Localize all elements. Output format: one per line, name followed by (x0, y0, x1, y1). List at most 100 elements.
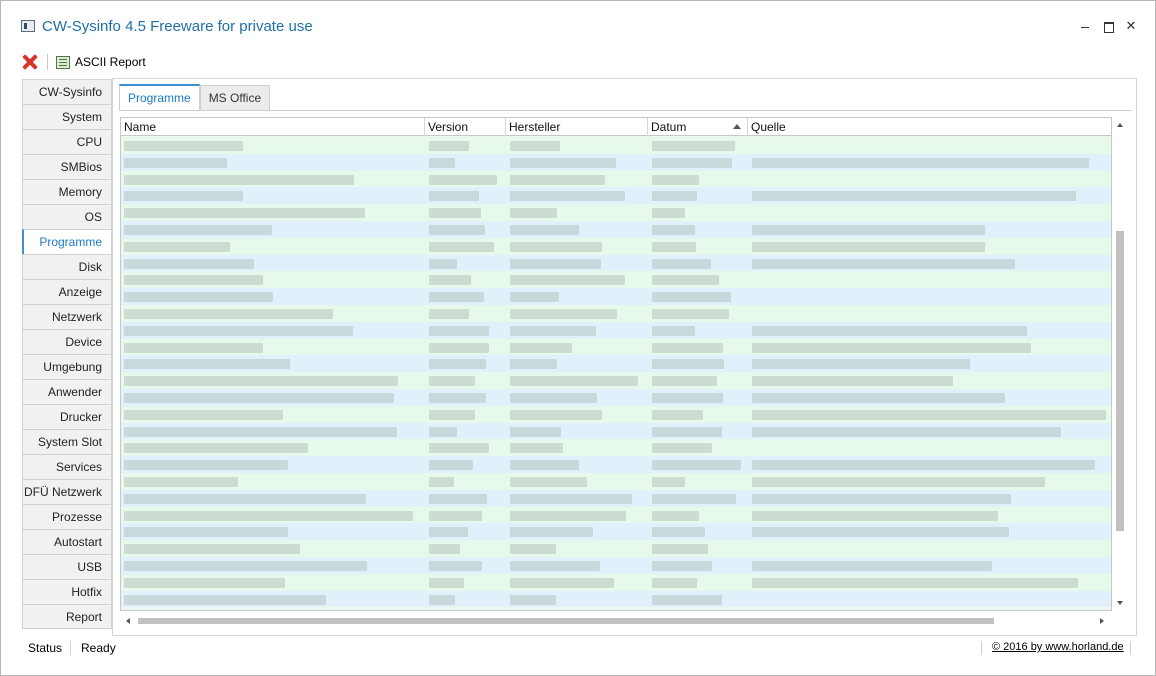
sidebar-item-usb[interactable]: USB (22, 554, 112, 579)
table-row[interactable] (121, 355, 1111, 373)
sidebar-item-report[interactable]: Report (22, 604, 112, 629)
sidebar-item-programme[interactable]: Programme (22, 229, 112, 254)
horizontal-scrollbar[interactable] (120, 613, 1112, 629)
table-row[interactable] (121, 237, 1111, 255)
table-row[interactable] (121, 590, 1111, 608)
obscured-cell (752, 392, 1005, 403)
obscured-cell (752, 426, 1061, 437)
table-row[interactable] (121, 472, 1111, 490)
obscured-cell (652, 191, 697, 202)
table-row[interactable] (121, 523, 1111, 541)
table-row[interactable] (121, 137, 1111, 154)
table-row[interactable] (121, 506, 1111, 524)
scroll-left-icon[interactable] (126, 618, 130, 624)
obscured-cell (652, 174, 699, 185)
title-bar: CW-Sysinfo 4.5 Freeware for private use … (1, 1, 1155, 49)
tab-ms-office[interactable]: MS Office (199, 85, 271, 111)
sidebar-item-memory[interactable]: Memory (22, 179, 112, 204)
maximize-icon[interactable] (1100, 18, 1116, 34)
obscured-cell (429, 443, 489, 454)
obscured-cell (429, 476, 454, 487)
table-row[interactable] (121, 220, 1111, 238)
horizontal-scroll-thumb[interactable] (138, 618, 994, 624)
obscured-cell (429, 157, 455, 168)
vertical-scroll-thumb[interactable] (1116, 231, 1124, 531)
table-row[interactable] (121, 439, 1111, 457)
sidebar-item-cw-sysinfo[interactable]: CW-Sysinfo (22, 79, 112, 104)
sidebar-item-cpu[interactable]: CPU (22, 129, 112, 154)
sidebar-item-umgebung[interactable]: Umgebung (22, 354, 112, 379)
table-row[interactable] (121, 288, 1111, 305)
table-row[interactable] (121, 573, 1111, 591)
status-separator (70, 641, 71, 655)
sidebar-item-smbios[interactable]: SMBios (22, 154, 112, 179)
toolbar-separator (47, 54, 48, 70)
obscured-cell (652, 157, 732, 168)
table-row[interactable] (121, 254, 1111, 272)
sidebar-nav: CW-Sysinfo System CPU SMBios Memory OS Program… (22, 79, 112, 629)
table-row[interactable] (121, 556, 1111, 574)
scroll-down-icon[interactable] (1117, 601, 1123, 605)
window-close-icon[interactable]: ✕ (1123, 18, 1139, 34)
sidebar-item-prozesse[interactable]: Prozesse (22, 504, 112, 529)
table-row[interactable] (121, 456, 1111, 473)
scroll-right-icon[interactable] (1100, 618, 1104, 624)
sidebar-item-netzwerk[interactable]: Netzwerk (22, 304, 112, 329)
table-row[interactable] (121, 372, 1111, 389)
table-row[interactable] (121, 170, 1111, 188)
ascii-report-button[interactable]: ASCII Report (56, 55, 146, 69)
sidebar-item-services[interactable]: Services (22, 454, 112, 479)
table-row[interactable] (121, 540, 1111, 557)
copyright-link[interactable]: © 2016 by www.horland.de (992, 641, 1124, 653)
table-row[interactable] (121, 405, 1111, 423)
sidebar-item-df-netzwerk[interactable]: DFÜ Netzwerk (22, 479, 112, 504)
obscured-cell (429, 224, 485, 235)
sidebar-item-anzeige[interactable]: Anzeige (22, 279, 112, 304)
table-row[interactable] (121, 187, 1111, 205)
table-row[interactable] (121, 321, 1111, 339)
sidebar-item-system[interactable]: System (22, 104, 112, 129)
sidebar-item-anwender[interactable]: Anwender (22, 379, 112, 404)
status-bar: Status Ready © 2016 by www.horland.de (1, 637, 1155, 659)
table-row[interactable] (121, 388, 1111, 406)
sidebar-item-hotfix[interactable]: Hotfix (22, 579, 112, 604)
sidebar-item-drucker[interactable]: Drucker (22, 404, 112, 429)
obscured-cell (510, 577, 614, 588)
obscured-cell (124, 342, 263, 353)
obscured-cell (124, 527, 288, 538)
sidebar-item-os[interactable]: OS (22, 204, 112, 229)
obscured-cell (124, 258, 254, 269)
obscured-cell (429, 460, 473, 471)
column-header-hersteller[interactable]: Hersteller (506, 118, 648, 136)
sidebar-item-device[interactable]: Device (22, 329, 112, 354)
vertical-scrollbar[interactable] (1113, 117, 1129, 611)
sidebar-item-disk[interactable]: Disk (22, 254, 112, 279)
obscured-cell (429, 594, 455, 605)
obscured-cell (652, 560, 712, 571)
column-header-datum[interactable]: Datum (648, 118, 748, 136)
table-row[interactable] (121, 338, 1111, 356)
tab-programme[interactable]: Programme (119, 84, 200, 111)
obscured-cell (652, 275, 719, 286)
table-row[interactable] (121, 204, 1111, 221)
obscured-cell (652, 392, 723, 403)
obscured-cell (429, 376, 475, 387)
minimize-icon[interactable] (1077, 18, 1093, 34)
obscured-cell (510, 174, 605, 185)
obscured-cell (652, 292, 731, 303)
column-header-quelle[interactable]: Quelle (748, 118, 1111, 136)
table-row[interactable] (121, 304, 1111, 322)
table-row[interactable] (121, 489, 1111, 507)
column-header-version[interactable]: Version (425, 118, 506, 136)
sidebar-item-system-slot[interactable]: System Slot (22, 429, 112, 454)
obscured-cell (429, 359, 486, 370)
column-header-name[interactable]: Name (121, 118, 425, 136)
table-row[interactable] (121, 153, 1111, 171)
sidebar-item-autostart[interactable]: Autostart (22, 529, 112, 554)
table-row[interactable] (121, 271, 1111, 289)
close-x-icon[interactable] (21, 53, 39, 71)
table-row[interactable] (121, 422, 1111, 440)
scroll-up-icon[interactable] (1117, 123, 1123, 127)
obscured-cell (429, 409, 475, 420)
obscured-cell (124, 241, 230, 252)
